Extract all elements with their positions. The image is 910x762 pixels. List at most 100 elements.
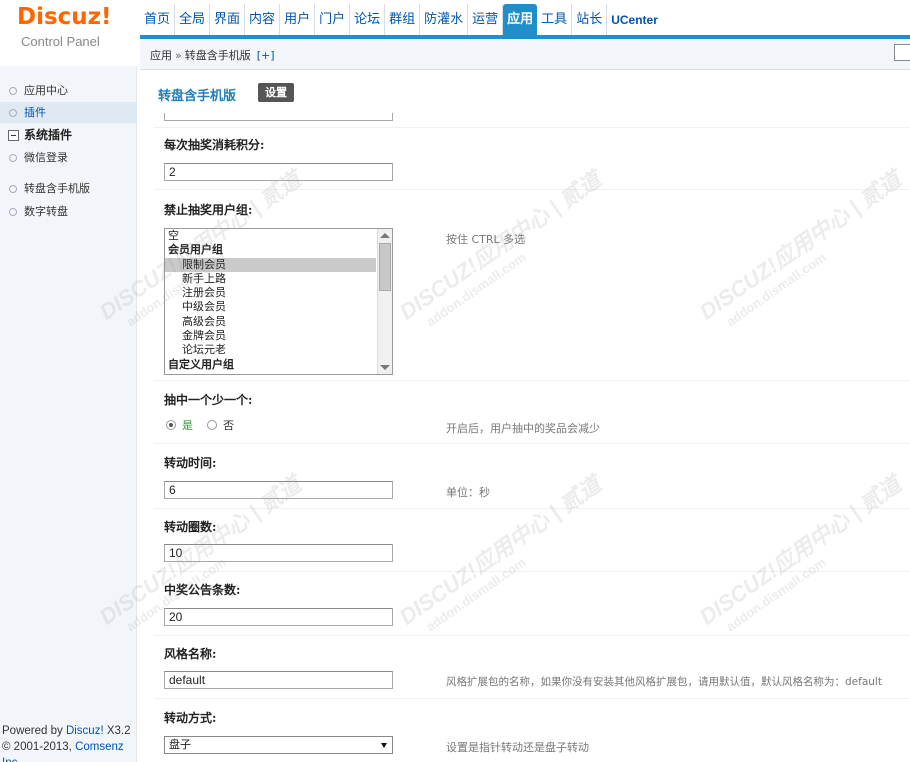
- forbid-groups-label: 禁止抽奖用户组:: [164, 203, 253, 217]
- add-shortcut-button[interactable]: [+]: [257, 49, 275, 62]
- sidebar-item-wechat-login[interactable]: 微信登录: [0, 147, 137, 168]
- sidebar-item-number-turntable[interactable]: 数字转盘: [0, 201, 137, 222]
- nav-item-style[interactable]: 界面: [210, 4, 246, 36]
- option-empty[interactable]: 空: [165, 229, 392, 243]
- nav-item-portal[interactable]: 门户: [315, 4, 351, 36]
- cost-input[interactable]: 2: [164, 163, 393, 181]
- notice-count-label: 中奖公告条数:: [164, 583, 241, 597]
- style-name-hint: 风格扩展包的名称，如果你没有安装其他风格扩展包，请用默认值，默认风格名称为：de…: [446, 676, 882, 688]
- main-content: 转盘含手机版 设置 每次抽奖消耗积分: 2 禁止抽奖用户组: 空 会员用户组 限…: [140, 71, 910, 762]
- divider: [154, 508, 910, 509]
- reduce-yes-label[interactable]: 是: [182, 417, 193, 433]
- scroll-down-icon[interactable]: [380, 365, 390, 370]
- spin-mode-select[interactable]: 盘子: [164, 736, 393, 754]
- nav-item-global[interactable]: 全局: [175, 4, 211, 36]
- sidebar-item-label: 应用中心: [24, 84, 68, 97]
- previous-field-stub[interactable]: [164, 113, 393, 121]
- nav-item-founder[interactable]: 站长: [572, 4, 608, 36]
- nav-item-ucenter[interactable]: UCenter: [607, 4, 662, 36]
- forbid-groups-hint: 按住 CTRL 多选: [446, 233, 526, 246]
- chevron-down-icon: [381, 743, 387, 748]
- divider: [154, 635, 910, 636]
- copyright-prefix: © 2001-2013,: [2, 741, 76, 753]
- nav-item-user[interactable]: 用户: [280, 4, 316, 36]
- sidebar-footer: Powered by Discuz! X3.2 © 2001-2013, Com…: [2, 723, 136, 762]
- powered-by-brand[interactable]: Discuz!: [66, 725, 104, 737]
- style-name-input[interactable]: default: [164, 671, 393, 689]
- nav-item-safe[interactable]: 防灌水: [420, 4, 469, 36]
- option-senior[interactable]: 高级会员: [165, 315, 392, 329]
- sidebar-group-label: 系统插件: [24, 128, 73, 142]
- sidebar-item-label: 数字转盘: [24, 205, 68, 218]
- cost-label: 每次抽奖消耗积分:: [164, 138, 265, 152]
- scroll-up-icon[interactable]: [380, 233, 390, 238]
- copyright: © 2001-2013, Comsenz Inc.: [2, 739, 136, 762]
- powered-by: Powered by Discuz! X3.2: [2, 723, 136, 739]
- search-box[interactable]: [894, 44, 910, 61]
- reduce-hint: 开启后，用户抽中的奖品会减少: [446, 422, 600, 435]
- sidebar-group-system-plugins[interactable]: 系统插件: [8, 126, 72, 144]
- nav-item-extended[interactable]: 运营: [468, 4, 504, 36]
- powered-by-prefix: Powered by: [2, 725, 66, 737]
- option-registered[interactable]: 注册会员: [165, 286, 392, 300]
- sidebar-item-turntable-mobile[interactable]: 转盘含手机版: [0, 178, 137, 199]
- nav-item-tools[interactable]: 工具: [537, 4, 573, 36]
- logo-brand: Discuz!: [17, 4, 112, 30]
- sidebar-item-label: 插件: [24, 106, 46, 119]
- breadcrumb-root[interactable]: 应用: [150, 49, 172, 62]
- logo[interactable]: Discuz! Control Panel: [0, 0, 138, 66]
- divider: [154, 189, 910, 190]
- option-gold[interactable]: 金牌会员: [165, 329, 392, 343]
- nav-item-home[interactable]: 首页: [140, 4, 176, 36]
- breadcrumb-bar: 应用» 转盘含手机版 [+]: [140, 39, 910, 70]
- divider: [154, 127, 910, 128]
- reduce-no-label[interactable]: 否: [223, 417, 234, 433]
- breadcrumb-current: 转盘含手机版: [184, 49, 251, 62]
- multiselect-scrollbar[interactable]: [377, 229, 392, 374]
- style-name-label: 风格名称:: [164, 647, 217, 661]
- sidebar-item-label: 微信登录: [24, 151, 68, 164]
- tab-settings[interactable]: 设置: [258, 83, 294, 102]
- nav-item-forum[interactable]: 论坛: [350, 4, 386, 36]
- sidebar-item-plugins[interactable]: 插件: [0, 102, 137, 123]
- breadcrumb-separator: »: [175, 49, 182, 62]
- reduce-yes-radio[interactable]: [166, 420, 176, 430]
- divider: [154, 571, 910, 572]
- nav-item-plugin[interactable]: 应用: [503, 4, 538, 36]
- sidebar-item-app-center[interactable]: 应用中心: [0, 80, 137, 101]
- spin-mode-value: 盘子: [169, 738, 191, 751]
- powered-by-version: X3.2: [103, 725, 131, 737]
- spin-rounds-input[interactable]: 10: [164, 544, 393, 562]
- spin-mode-hint: 设置是指针转动还是盘子转动: [446, 741, 589, 754]
- reduce-radio-group: 是 否: [166, 417, 234, 433]
- header: Discuz! Control Panel 首页 全局 界面 内容 用户 门户 …: [0, 0, 910, 49]
- spin-time-hint: 单位：秒: [446, 486, 490, 499]
- optgroup-member: 会员用户组: [168, 243, 223, 257]
- top-nav: 首页 全局 界面 内容 用户 门户 论坛 群组 防灌水 运营 应用 工具 站长 …: [140, 4, 662, 36]
- scroll-thumb[interactable]: [379, 243, 391, 291]
- spin-time-input[interactable]: 6: [164, 481, 393, 499]
- reduce-no-radio[interactable]: [207, 420, 217, 430]
- forbid-groups-multiselect[interactable]: 空 会员用户组 限制会员 新手上路 注册会员 中级会员 高级会员 金牌会员 论坛…: [164, 228, 393, 375]
- divider: [154, 443, 910, 444]
- divider: [154, 698, 910, 699]
- spin-rounds-label: 转动圈数:: [164, 520, 217, 534]
- reduce-label: 抽中一个少一个:: [164, 393, 253, 407]
- nav-item-group[interactable]: 群组: [385, 4, 421, 36]
- spin-mode-label: 转动方式:: [164, 711, 217, 725]
- option-restricted[interactable]: 限制会员: [165, 257, 376, 272]
- option-newbie[interactable]: 新手上路: [165, 272, 392, 286]
- optgroup-custom: 自定义用户组: [168, 357, 234, 371]
- notice-count-input[interactable]: 20: [164, 608, 393, 626]
- logo-subtitle: Control Panel: [21, 34, 100, 49]
- option-veteran[interactable]: 论坛元老: [165, 343, 392, 357]
- divider: [154, 380, 910, 381]
- option-middle[interactable]: 中级会员: [165, 300, 392, 314]
- page-title: 转盘含手机版: [158, 89, 237, 104]
- sidebar: 应用中心 插件 系统插件 微信登录 转盘含手机版 数字转盘 Powered by…: [0, 66, 137, 762]
- breadcrumb: 应用» 转盘含手机版 [+]: [150, 47, 275, 63]
- nav-item-content[interactable]: 内容: [245, 4, 281, 36]
- sidebar-item-label: 转盘含手机版: [24, 182, 90, 195]
- collapse-icon[interactable]: [8, 130, 19, 141]
- spin-time-label: 转动时间:: [164, 456, 217, 470]
